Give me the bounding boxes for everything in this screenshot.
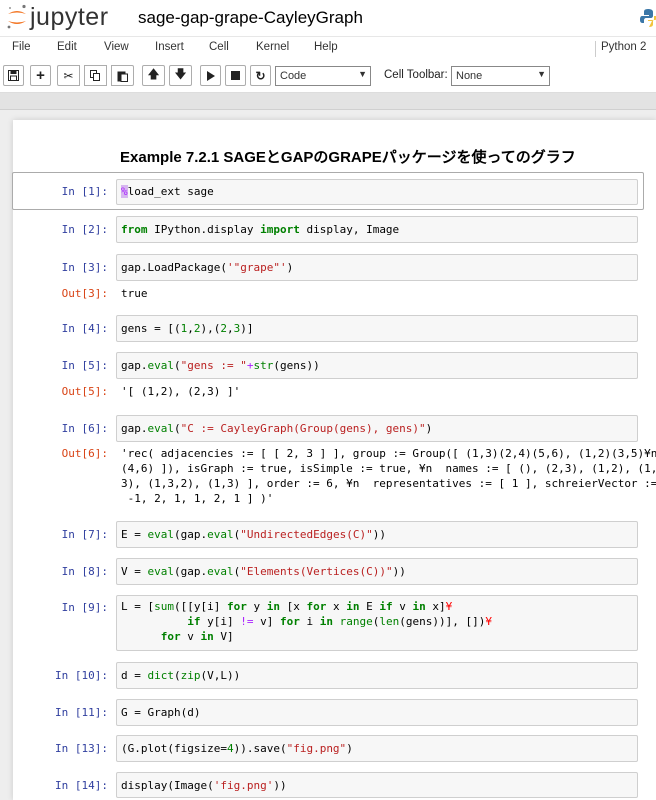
code-line: display(Image('fig.png')): [121, 779, 287, 792]
scissors-icon: ✂: [63, 68, 74, 83]
output-prompt: Out[5]:: [61, 385, 108, 398]
code-line: if y[i] != v] for i in range(len(gens))]…: [187, 615, 492, 628]
code-line: for v in V]: [160, 630, 234, 643]
code-line: E = eval(gap.eval("UndirectedEdges(C)")): [121, 528, 386, 541]
restart-kernel-button[interactable]: ↻: [250, 65, 271, 86]
cell-type-value: Code: [280, 70, 307, 82]
play-icon: [207, 70, 215, 81]
save-icon: [8, 70, 19, 81]
plus-icon: +: [36, 67, 45, 84]
input-prompt: In [8]:: [61, 565, 108, 578]
menu-insert[interactable]: Insert: [155, 41, 184, 53]
output-prompt: Out[3]:: [61, 287, 108, 300]
cell-toolbar-select[interactable]: None ▼: [451, 66, 550, 86]
code-line: G = Graph(d): [121, 706, 201, 719]
input-prompt: In [10]:: [55, 669, 108, 682]
input-prompt: In [5]:: [61, 359, 108, 372]
jupyter-logo-text[interactable]: jupyter: [30, 3, 109, 32]
input-prompt: In [3]:: [61, 261, 108, 274]
code-line: gens = [(1,2),(2,3)]: [121, 322, 254, 335]
stop-icon: [231, 71, 240, 80]
python-logo-icon: [640, 8, 656, 33]
copy-icon: [90, 70, 100, 81]
code-line: d = dict(zip(V,L)): [121, 669, 241, 682]
input-prompt: In [9]:: [61, 601, 108, 614]
cell-output: 'rec( adjacencies := [ [ 2, 3 ] ], group…: [121, 447, 656, 505]
header-divider: [0, 93, 656, 110]
cut-button[interactable]: ✂: [57, 65, 80, 86]
code-block: L = [sum([[y[i] for y in [x for x in E i…: [121, 599, 492, 644]
code-line: %load_ext sage: [121, 185, 214, 198]
arrow-up-icon: 🡅: [147, 67, 160, 81]
code-line: gap.eval("gens := "+str(gens)): [121, 359, 320, 372]
input-prompt: In [13]:: [55, 742, 108, 755]
move-down-button[interactable]: 🡇: [169, 65, 192, 86]
cell-output: '[ (1,2), (2,3) ]': [121, 385, 241, 398]
menu-help[interactable]: Help: [314, 41, 338, 53]
menu-view[interactable]: View: [104, 41, 129, 53]
notebook-title[interactable]: sage-gap-grape-CayleyGraph: [138, 8, 363, 28]
interrupt-button[interactable]: [225, 65, 246, 86]
paste-icon: [117, 71, 128, 82]
refresh-icon: ↻: [255, 68, 266, 83]
input-prompt: In [11]:: [55, 706, 108, 719]
cell-toolbar-value: None: [456, 70, 483, 82]
insert-cell-button[interactable]: +: [30, 65, 51, 86]
menu-edit[interactable]: Edit: [57, 41, 77, 53]
output-prompt: Out[6]:: [61, 447, 108, 460]
kernel-name: Python 2: [601, 41, 647, 53]
save-button[interactable]: [3, 65, 24, 86]
paste-button[interactable]: [111, 65, 134, 86]
input-prompt: In [4]:: [61, 322, 108, 335]
markdown-heading[interactable]: Example 7.2.1 SAGEとGAPのGRAPEパッケージを使ってのグラ…: [120, 146, 576, 167]
input-prompt: In [7]:: [61, 528, 108, 541]
cell-output: true: [121, 287, 148, 300]
menu-file[interactable]: File: [12, 41, 31, 53]
cell-type-select[interactable]: Code ▼: [275, 66, 371, 86]
input-prompt: In [14]:: [55, 779, 108, 792]
run-button[interactable]: [200, 65, 221, 86]
header: jupyter sage-gap-grape-CayleyGraph: [0, 0, 656, 36]
code-line: (G.plot(figsize=4)).save("fig.png"): [121, 742, 353, 755]
code-line: from IPython.display import display, Ima…: [121, 223, 400, 236]
arrow-down-icon: 🡇: [174, 67, 187, 81]
toolbar: + ✂ 🡅 🡇 ↻ Code ▼ Cell Toolbar: None ▼: [0, 60, 656, 93]
menubar: File Edit View Insert Cell Kernel Help P…: [0, 36, 656, 61]
move-up-button[interactable]: 🡅: [142, 65, 165, 86]
menu-kernel[interactable]: Kernel: [256, 41, 289, 53]
cell-toolbar-label: Cell Toolbar:: [384, 69, 448, 81]
kernel-separator: [595, 41, 596, 57]
menu-cell[interactable]: Cell: [209, 41, 229, 53]
jupyter-logo-icon[interactable]: [6, 4, 28, 35]
code-line: gap.eval("C := CayleyGraph(Group(gens), …: [121, 422, 433, 435]
code-line: L = [sum([[y[i] for y in [x for x in E i…: [121, 600, 453, 613]
input-prompt: In [1]:: [61, 185, 108, 198]
input-prompt: In [6]:: [61, 422, 108, 435]
code-line: gap.LoadPackage('"grape"'): [121, 261, 294, 274]
input-prompt: In [2]:: [61, 223, 108, 236]
dropdown-arrow-icon: ▼: [358, 69, 367, 79]
code-line: V = eval(gap.eval("Elements(Vertices(C))…: [121, 565, 406, 578]
dropdown-arrow-icon: ▼: [537, 69, 546, 79]
copy-button[interactable]: [84, 65, 107, 86]
